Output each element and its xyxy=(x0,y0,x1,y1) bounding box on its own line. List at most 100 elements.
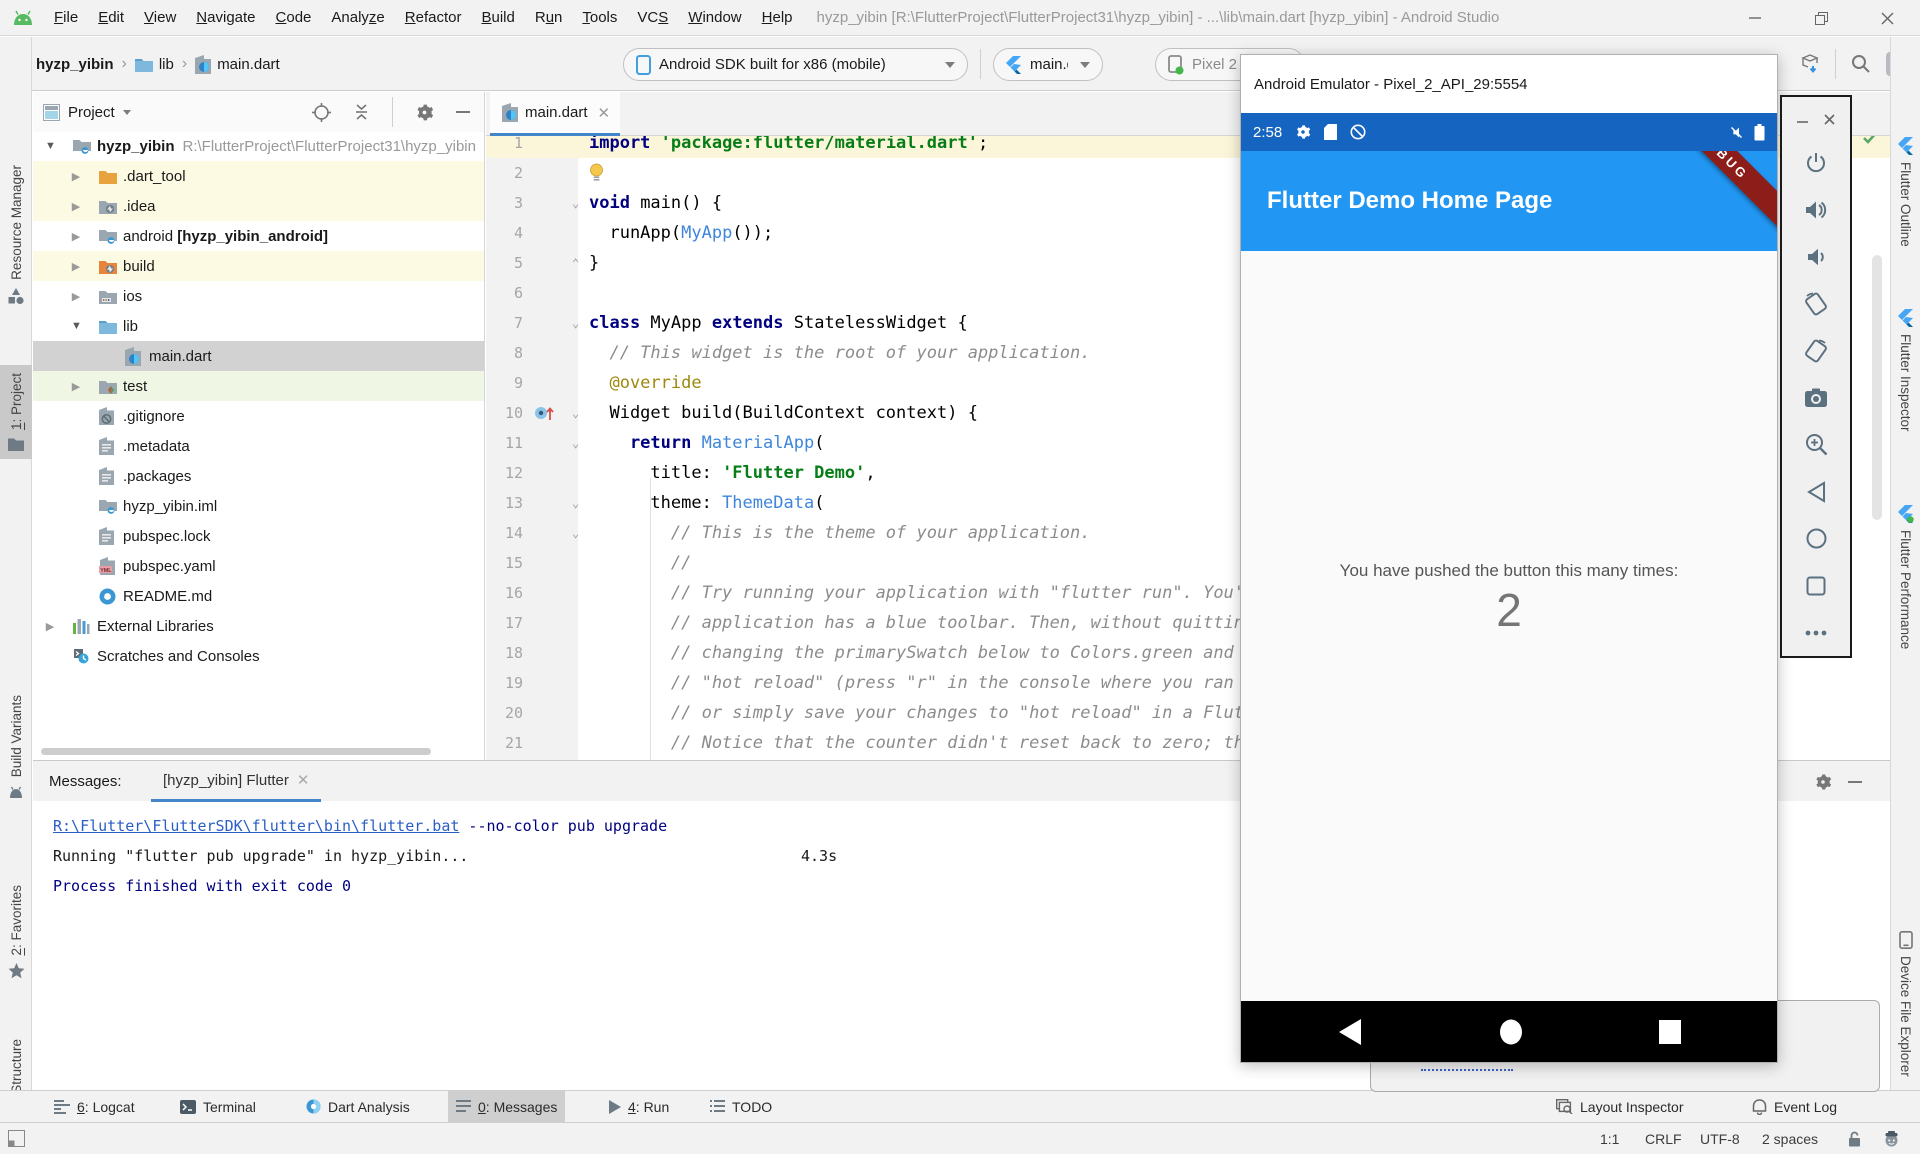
expand-arrow-icon[interactable]: ▶ xyxy=(71,230,81,243)
tree-item-readme-md[interactable]: README.md xyxy=(33,581,485,611)
breadcrumb-lib[interactable]: lib xyxy=(135,56,174,73)
toolbtn-4-run[interactable]: 4: Run xyxy=(601,1091,677,1122)
close-button[interactable] xyxy=(1854,0,1920,36)
messages-hide-icon[interactable] xyxy=(1848,775,1862,789)
run-config-selector[interactable]: main.dart xyxy=(993,48,1103,81)
editor-scrollbar[interactable] xyxy=(1872,255,1882,520)
tree-item-pubspec-lock[interactable]: pubspec.lock xyxy=(33,521,485,551)
menu-refactor[interactable]: Refactor xyxy=(395,0,472,36)
collapse-arrow-icon[interactable]: ▼ xyxy=(71,320,81,332)
status-crlf[interactable]: CRLF xyxy=(1645,1123,1682,1154)
expand-arrow-icon[interactable]: ▶ xyxy=(71,380,81,393)
search-icon[interactable] xyxy=(1850,53,1872,75)
project-panel-title[interactable]: Project xyxy=(68,104,115,121)
hide-panel-icon[interactable] xyxy=(456,105,470,119)
expand-arrow-icon[interactable]: ▶ xyxy=(71,290,81,303)
tab-close-icon[interactable]: ✕ xyxy=(598,104,611,122)
tree-horizontal-scrollbar[interactable] xyxy=(41,748,431,755)
menu-code[interactable]: Code xyxy=(266,0,322,36)
toolbtn-layout-inspector[interactable]: Layout Inspector xyxy=(1548,1091,1692,1122)
expand-arrow-icon[interactable]: ▶ xyxy=(71,170,81,183)
stripe-2-favorites[interactable]: 2: Favorites xyxy=(0,877,32,987)
tree-item-external-libraries[interactable]: ▶External Libraries xyxy=(33,611,485,641)
emulator-minimize-icon[interactable] xyxy=(1797,114,1808,125)
minimize-button[interactable] xyxy=(1722,0,1788,36)
tree-item-test[interactable]: ▶test xyxy=(33,371,485,401)
tree-item-hyzp_yibin[interactable]: ▼hyzp_yibinR:\FlutterProject\FlutterProj… xyxy=(33,131,485,161)
tree-item--gitignore[interactable]: .gitignore xyxy=(33,401,485,431)
status-1-1[interactable]: 1:1 xyxy=(1600,1123,1619,1154)
tree-item--packages[interactable]: .packages xyxy=(33,461,485,491)
collapse-arrow-icon[interactable]: ▼ xyxy=(45,140,55,152)
nav-home-icon[interactable] xyxy=(1499,1019,1523,1045)
fold-marker-icon[interactable]: ⌄ xyxy=(572,398,579,428)
fold-marker-icon[interactable]: ⌃ xyxy=(572,248,579,278)
nav-back-icon[interactable] xyxy=(1337,1018,1363,1046)
nav-overview-icon[interactable] xyxy=(1659,1020,1681,1044)
stripe-resource-manager[interactable]: Resource Manager xyxy=(0,157,32,313)
tree-item--metadata[interactable]: .metadata xyxy=(33,431,485,461)
toolbtn-6-logcat[interactable]: 6: Logcat xyxy=(46,1091,143,1122)
hector-indicator[interactable] xyxy=(1884,1123,1899,1154)
tree-item-lib[interactable]: ▼lib xyxy=(33,311,485,341)
toolbtn-todo[interactable]: TODO xyxy=(702,1091,780,1122)
expand-arrow-icon[interactable]: ▶ xyxy=(45,620,55,633)
tree-item-android[interactable]: ▶android [hyzp_yibin_android] xyxy=(33,221,485,251)
expand-arrow-icon[interactable]: ▶ xyxy=(71,200,81,213)
stripe-flutter-outline[interactable]: Flutter Outline xyxy=(1891,137,1920,247)
emu-rot-l-button[interactable] xyxy=(1804,280,1828,327)
emu-overview-button[interactable] xyxy=(1804,562,1828,609)
sdk-manager-icon[interactable] xyxy=(1799,53,1821,75)
emulator-screen[interactable]: DEBUG 2:58 Flutter Demo Home Page You ha… xyxy=(1241,113,1777,1062)
fold-marker-icon[interactable]: ⌄ xyxy=(572,488,579,518)
fold-marker-icon[interactable]: ⌄ xyxy=(572,188,579,218)
expand-arrow-icon[interactable]: ▶ xyxy=(71,260,81,273)
tab-main-dart[interactable]: main.dart ✕ xyxy=(490,92,620,136)
menu-file[interactable]: File xyxy=(44,0,88,36)
emulator-close-icon[interactable] xyxy=(1824,114,1835,125)
menu-edit[interactable]: Edit xyxy=(88,0,134,36)
menu-view[interactable]: View xyxy=(134,0,186,36)
menu-tools[interactable]: Tools xyxy=(572,0,627,36)
toolbtn-event-log[interactable]: Event Log xyxy=(1744,1091,1845,1122)
tree-item-pubspec-yaml[interactable]: YMLpubspec.yaml xyxy=(33,551,485,581)
tree-item-hyzp_yibin-iml[interactable]: hyzp_yibin.iml xyxy=(33,491,485,521)
menu-help[interactable]: Help xyxy=(752,0,803,36)
menu-vcs[interactable]: VCS xyxy=(627,0,678,36)
fold-marker-icon[interactable]: ⌄ xyxy=(572,428,579,458)
tree-item-scratches-and-consoles[interactable]: Scratches and Consoles xyxy=(33,641,485,671)
fold-marker-icon[interactable]: ⌄ xyxy=(572,518,579,548)
stripe-build-variants[interactable]: Build Variants xyxy=(0,687,32,808)
tree-item-ios[interactable]: ▶ios xyxy=(33,281,485,311)
intention-bulb-icon[interactable] xyxy=(589,163,604,182)
collapse-all-icon[interactable] xyxy=(353,104,370,121)
stripe-device-file-explorer[interactable]: Device File Explorer xyxy=(1891,931,1920,1077)
locate-file-icon[interactable] xyxy=(312,103,331,122)
stripe-flutter-inspector[interactable]: Flutter Inspector xyxy=(1891,309,1920,432)
status-2-spaces[interactable]: 2 spaces xyxy=(1762,1123,1818,1154)
settings-icon[interactable] xyxy=(415,103,434,122)
menu-build[interactable]: Build xyxy=(471,0,524,36)
emu-home-button[interactable] xyxy=(1804,515,1828,562)
toolbtn-terminal[interactable]: Terminal xyxy=(172,1091,264,1122)
fold-marker-icon[interactable]: ⌄ xyxy=(572,308,579,338)
emu-more-button[interactable] xyxy=(1804,609,1828,656)
stripe-1-project[interactable]: 1: Project xyxy=(0,365,32,459)
emu-vol-up-button[interactable] xyxy=(1804,186,1828,233)
messages-tab-flutter[interactable]: [hyzp_yibin] Flutter ✕ xyxy=(151,761,321,802)
breadcrumb-main-dart[interactable]: main.dart xyxy=(195,55,280,74)
toolwindow-toggle-icon[interactable] xyxy=(8,1123,25,1154)
toolbtn-dart-analysis[interactable]: Dart Analysis xyxy=(298,1091,418,1122)
messages-tab-close-icon[interactable]: ✕ xyxy=(297,771,310,789)
tree-item-build[interactable]: ▶build xyxy=(33,251,485,281)
inspection-ok-icon[interactable] xyxy=(1862,136,1878,146)
stripe-flutter-performance[interactable]: Flutter Performance xyxy=(1891,505,1920,649)
emu-vol-down-button[interactable] xyxy=(1804,233,1828,280)
tree-item--idea[interactable]: ▶.idea xyxy=(33,191,485,221)
restore-button[interactable] xyxy=(1788,0,1854,36)
status-utf-8[interactable]: UTF-8 xyxy=(1700,1123,1740,1154)
messages-settings-icon[interactable] xyxy=(1814,773,1832,791)
emu-back-button[interactable] xyxy=(1804,468,1828,515)
console-link[interactable]: R:\Flutter\FlutterSDK\flutter\bin\flutte… xyxy=(53,817,459,835)
override-marker-icon[interactable] xyxy=(534,405,556,421)
